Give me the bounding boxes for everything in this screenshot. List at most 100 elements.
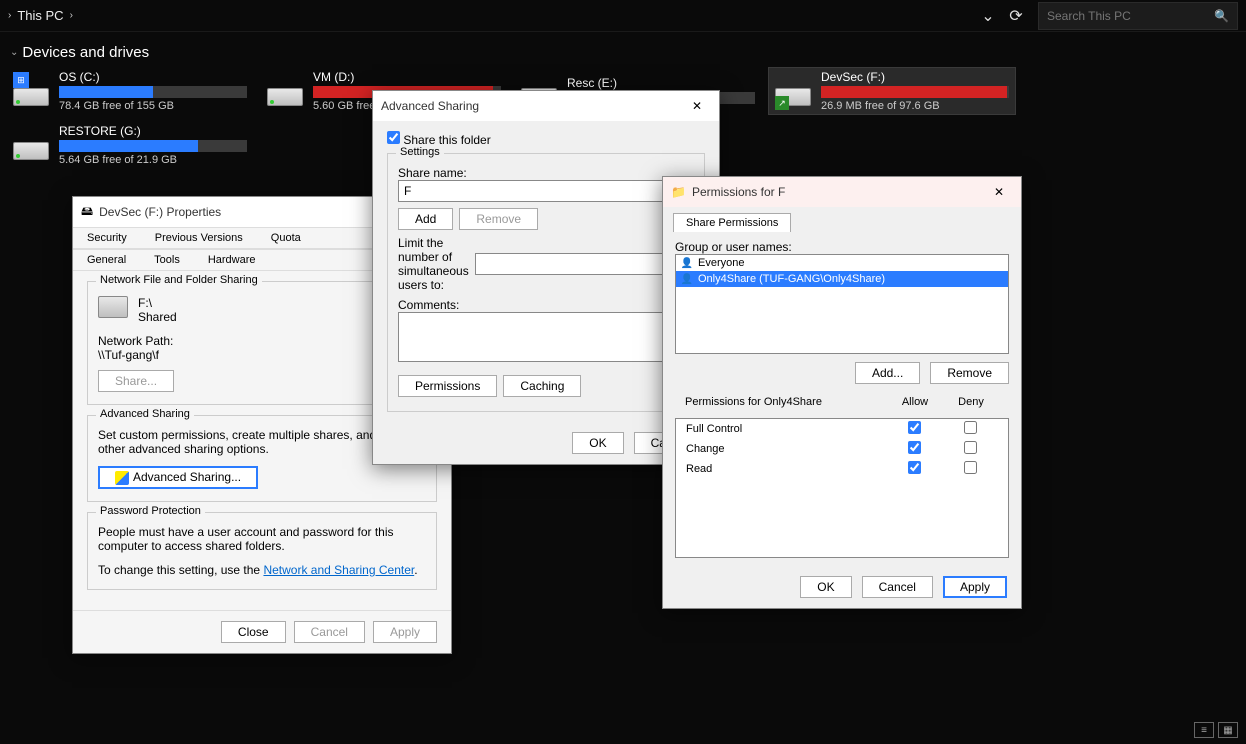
close-icon[interactable]: ✕: [683, 92, 711, 120]
user-icon: 👤: [680, 272, 694, 286]
tab-tools[interactable]: Tools: [140, 250, 194, 270]
dialog-title: DevSec (F:) Properties: [99, 205, 415, 219]
limit-users-label: Limit the number of simultaneous users t…: [398, 236, 469, 292]
password-hint: To change this setting, use the Network …: [98, 563, 426, 577]
search-input[interactable]: [1047, 9, 1208, 23]
share-button[interactable]: Share...: [98, 370, 174, 392]
chevron-right-icon: ›: [70, 10, 73, 21]
tab-quota[interactable]: Quota: [257, 228, 315, 248]
drive-icon: [13, 126, 51, 164]
folder-icon: 📁: [671, 185, 686, 199]
settings-fieldset: Settings Share name: Add Remove Limit th…: [387, 153, 705, 412]
drive-icon: ⊞: [13, 72, 51, 110]
remove-button[interactable]: Remove: [459, 208, 538, 230]
user-list-item[interactable]: 👤Only4Share (TUF-GANG\Only4Share): [676, 271, 1008, 287]
refresh-icon[interactable]: ⟳: [1002, 2, 1030, 30]
capacity-bar: [59, 86, 247, 98]
drive-free-text: 26.9 MB free of 97.6 GB: [821, 100, 1009, 112]
user-icon: 👤: [680, 256, 694, 270]
drive-tile[interactable]: ↗ DevSec (F:) 26.9 MB free of 97.6 GB: [768, 67, 1016, 115]
user-name: Everyone: [698, 257, 744, 269]
dropdown-icon[interactable]: ⌄: [974, 2, 1002, 30]
dialog-title: Advanced Sharing: [381, 99, 683, 113]
drive-free-text: 5.64 GB free of 21.9 GB: [59, 154, 247, 166]
breadcrumb-root[interactable]: This PC: [17, 8, 63, 23]
tab-general[interactable]: General: [73, 250, 140, 270]
share-permissions-tab[interactable]: Share Permissions: [673, 213, 791, 232]
user-list-item[interactable]: 👤 Everyone: [676, 255, 1008, 271]
deny-checkbox[interactable]: [964, 421, 977, 434]
close-icon[interactable]: ✕: [985, 178, 1013, 206]
tab-hardware[interactable]: Hardware: [194, 250, 270, 270]
perm-tabs: Share Permissions: [663, 207, 1021, 232]
permission-row: Change: [676, 439, 1008, 459]
breadcrumb[interactable]: › This PC ›: [8, 8, 73, 23]
user-listbox[interactable]: 👤 Everyone 👤Only4Share (TUF-GANG\Only4Shar…: [675, 254, 1009, 354]
deny-checkbox[interactable]: [964, 441, 977, 454]
address-bar: › This PC › ⌄ ⟳ 🔍: [0, 0, 1246, 32]
dialog-title: Permissions for F: [692, 185, 985, 199]
tiles-view-icon[interactable]: ▦: [1218, 722, 1238, 738]
section-header[interactable]: ⌄ Devices and drives: [0, 32, 1246, 67]
share-name-input[interactable]: [398, 180, 694, 202]
share-path: F:\: [138, 296, 177, 310]
apply-button[interactable]: Apply: [943, 576, 1007, 598]
allow-checkbox[interactable]: [908, 421, 921, 434]
section-title: Devices and drives: [22, 44, 149, 61]
shared-status: Shared: [138, 310, 177, 324]
capacity-bar: [821, 86, 1009, 98]
chevron-down-icon: ⌄: [10, 47, 18, 58]
capacity-bar: [59, 140, 247, 152]
advanced-sharing-button[interactable]: Advanced Sharing...: [98, 466, 258, 489]
caching-button[interactable]: Caching: [503, 375, 581, 397]
chevron-right-icon: ›: [8, 10, 11, 21]
deny-checkbox[interactable]: [964, 461, 977, 474]
fieldset-legend: Settings: [396, 146, 444, 158]
allow-header: Allow: [887, 396, 943, 408]
group-title: Password Protection: [96, 505, 205, 517]
allow-checkbox[interactable]: [908, 441, 921, 454]
drive-name: Resc (E:): [567, 76, 755, 90]
drive-tile[interactable]: RESTORE (G:) 5.64 GB free of 21.9 GB: [6, 121, 254, 169]
drive-icon: [267, 72, 305, 110]
permission-name: Change: [686, 443, 886, 455]
drive-icon: ↗: [775, 72, 813, 110]
drive-small-icon: 🖴: [81, 202, 93, 223]
comments-input[interactable]: [398, 312, 694, 362]
network-sharing-center-link[interactable]: Network and Sharing Center: [263, 563, 414, 577]
add-user-button[interactable]: Add...: [855, 362, 920, 384]
view-switcher: ≡ ▦: [1194, 722, 1238, 738]
drive-free-text: 78.4 GB free of 155 GB: [59, 100, 247, 112]
cancel-button[interactable]: Cancel: [294, 621, 365, 643]
permissions-dialog: 📁 Permissions for F ✕ Share Permissions …: [662, 176, 1022, 609]
tab-previous-versions[interactable]: Previous Versions: [141, 228, 257, 248]
search-box[interactable]: 🔍: [1038, 2, 1238, 30]
drive-tile[interactable]: ⊞ OS (C:) 78.4 GB free of 155 GB: [6, 67, 254, 115]
drive-name: OS (C:): [59, 70, 247, 84]
add-button[interactable]: Add: [398, 208, 453, 230]
apply-button[interactable]: Apply: [373, 621, 437, 643]
tab-security[interactable]: Security: [73, 228, 141, 248]
permission-name: Full Control: [686, 423, 886, 435]
deny-header: Deny: [943, 396, 999, 408]
cancel-button[interactable]: Cancel: [862, 576, 933, 598]
allow-checkbox[interactable]: [908, 461, 921, 474]
share-name-label: Share name:: [398, 166, 694, 180]
drive-name: RESTORE (G:): [59, 124, 247, 138]
permissions-button[interactable]: Permissions: [398, 375, 497, 397]
close-button[interactable]: Close: [221, 621, 286, 643]
drive-icon: [98, 296, 128, 318]
share-folder-checkbox[interactable]: Share this folder: [387, 133, 491, 147]
password-protection-group: Password Protection People must have a u…: [87, 512, 437, 590]
group-title: Network File and Folder Sharing: [96, 274, 262, 286]
details-view-icon[interactable]: ≡: [1194, 722, 1214, 738]
permission-row: Full Control: [676, 419, 1008, 439]
ok-button[interactable]: OK: [800, 576, 851, 598]
shield-icon: [115, 471, 129, 485]
drive-name: VM (D:): [313, 70, 501, 84]
permission-name: Read: [686, 463, 886, 475]
password-desc: People must have a user account and pass…: [98, 525, 426, 553]
ok-button[interactable]: OK: [572, 432, 623, 454]
comments-label: Comments:: [398, 298, 694, 312]
remove-user-button[interactable]: Remove: [930, 362, 1009, 384]
